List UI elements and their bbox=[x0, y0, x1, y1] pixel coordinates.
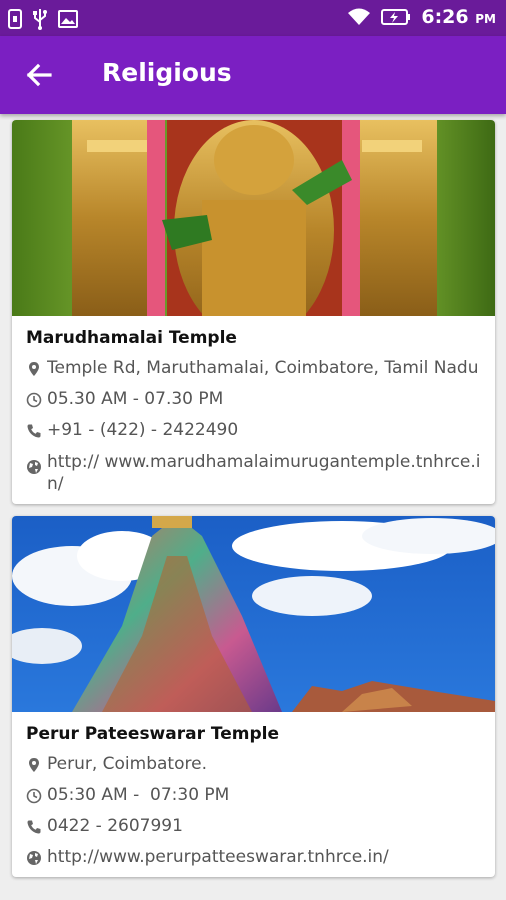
usb-icon bbox=[33, 9, 47, 30]
temple-image bbox=[12, 516, 495, 712]
battery-charging-icon bbox=[381, 9, 411, 25]
hours-text: 05:30 AM - 07:30 PM bbox=[47, 785, 230, 805]
status-bar: 6:26 PM bbox=[0, 0, 506, 36]
location-pin-icon bbox=[29, 362, 39, 376]
address-text: Perur, Coimbatore. bbox=[47, 754, 207, 774]
phone-text: +91 - (422) - 2422490 bbox=[47, 420, 239, 440]
sim-icon bbox=[8, 9, 22, 29]
clock-icon bbox=[26, 392, 42, 408]
temple-address: Perur, Coimbatore. bbox=[26, 754, 485, 774]
globe-icon bbox=[27, 460, 41, 474]
temple-hours: 05:30 AM - 07:30 PM bbox=[26, 785, 485, 805]
temple-website[interactable]: http:// www.marudhamalaimurugantemple.tn… bbox=[26, 451, 485, 495]
image-icon bbox=[58, 10, 78, 28]
clock: 6:26 PM bbox=[421, 6, 496, 28]
globe-icon bbox=[27, 851, 41, 865]
temple-card[interactable]: Perur Pateeswarar Temple Perur, Coimbato… bbox=[12, 516, 495, 877]
temple-name: Perur Pateeswarar Temple bbox=[26, 724, 279, 744]
temple-website[interactable]: http://www.perurpatteeswarar.tnhrce.in/ bbox=[26, 847, 485, 867]
temple-hours: 05.30 AM - 07.30 PM bbox=[26, 389, 485, 409]
temple-phone[interactable]: +91 - (422) - 2422490 bbox=[26, 420, 485, 440]
location-pin-icon bbox=[29, 758, 39, 772]
wifi-icon bbox=[348, 8, 371, 25]
temple-card[interactable]: Marudhamalai Temple Temple Rd, Maruthama… bbox=[12, 120, 495, 504]
temple-address: Temple Rd, Maruthamalai, Coimbatore, Tam… bbox=[26, 358, 485, 378]
page-title: Religious bbox=[102, 58, 232, 87]
status-bar-notifications bbox=[8, 8, 78, 30]
phone-text: 0422 - 2607991 bbox=[47, 816, 183, 836]
phone-icon bbox=[27, 424, 41, 438]
status-bar-system: 6:26 PM bbox=[347, 6, 496, 28]
website-text: http://www.perurpatteeswarar.tnhrce.in/ bbox=[47, 847, 389, 867]
hours-text: 05.30 AM - 07.30 PM bbox=[47, 389, 224, 409]
clock-icon bbox=[26, 788, 42, 804]
address-text: Temple Rd, Maruthamalai, Coimbatore, Tam… bbox=[47, 358, 479, 378]
back-button[interactable] bbox=[22, 58, 56, 92]
temple-phone[interactable]: 0422 - 2607991 bbox=[26, 816, 485, 836]
website-text: http:// www.marudhamalaimurugantemple.tn… bbox=[47, 452, 481, 494]
temple-image bbox=[12, 120, 495, 316]
arrow-left-icon bbox=[26, 63, 52, 87]
temple-name: Marudhamalai Temple bbox=[26, 328, 237, 348]
app-bar: Religious bbox=[0, 36, 506, 114]
phone-icon bbox=[27, 820, 41, 834]
